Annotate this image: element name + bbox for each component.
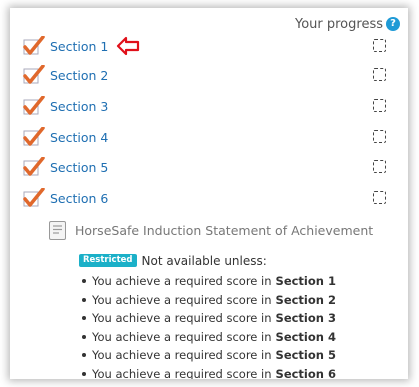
section-row-2: Section 2 [23, 65, 108, 85]
section-link-4[interactable]: Section 4 [50, 130, 108, 145]
checkmark-icon [23, 188, 45, 207]
condition-item: You achieve a required score in Section 3 [79, 309, 399, 328]
section-link-5[interactable]: Section 5 [50, 160, 108, 175]
checkmark-icon [23, 157, 45, 176]
condition-item: You achieve a required score in Section 1 [79, 272, 399, 291]
section-row-5: Section 5 [23, 157, 108, 177]
restricted-badge: Restricted [79, 254, 137, 267]
arrow-left-icon [117, 36, 140, 56]
section-row-3: Section 3 [23, 96, 108, 116]
checkmark-icon [23, 127, 45, 146]
course-frame: Your progress ? Section 1 Section 2 Sect… [10, 8, 408, 379]
progress-label: Your progress [294, 16, 383, 32]
help-icon[interactable]: ? [386, 17, 400, 31]
checkmark-icon [23, 36, 45, 55]
completion-checkbox-2[interactable] [373, 68, 386, 81]
condition-item: You achieve a required score in Section 4 [79, 328, 399, 347]
section-link-1[interactable]: Section 1 [50, 39, 108, 54]
document-icon [49, 220, 66, 240]
section-link-2[interactable]: Section 2 [50, 68, 108, 83]
restriction-text: Not available unless: [141, 253, 267, 268]
condition-list: You achieve a required score in Section 1… [79, 272, 399, 379]
completion-checkbox-4[interactable] [373, 130, 386, 143]
condition-item: You achieve a required score in Section 2 [79, 291, 399, 310]
completion-checkbox-3[interactable] [373, 99, 386, 112]
section-row-4: Section 4 [23, 127, 108, 147]
restriction-info: Restricted Not available unless: You ach… [79, 252, 399, 379]
completion-checkbox-5[interactable] [373, 160, 386, 173]
checkmark-icon [23, 65, 45, 84]
checkmark-icon [23, 96, 45, 115]
section-link-3[interactable]: Section 3 [50, 99, 108, 114]
condition-item: You achieve a required score in Section 6 [79, 365, 399, 379]
condition-item: You achieve a required score in Section 5 [79, 346, 399, 365]
activity-name: HorseSafe Induction Statement of Achieve… [75, 222, 374, 238]
section-row-1: Section 1 [23, 36, 140, 56]
completion-checkbox-6[interactable] [373, 191, 386, 204]
progress-header: Your progress ? [295, 13, 400, 35]
section-link-6[interactable]: Section 6 [50, 191, 108, 206]
section-row-6: Section 6 [23, 188, 108, 208]
completion-checkbox-1[interactable] [373, 39, 386, 52]
activity-item: HorseSafe Induction Statement of Achieve… [49, 219, 373, 241]
